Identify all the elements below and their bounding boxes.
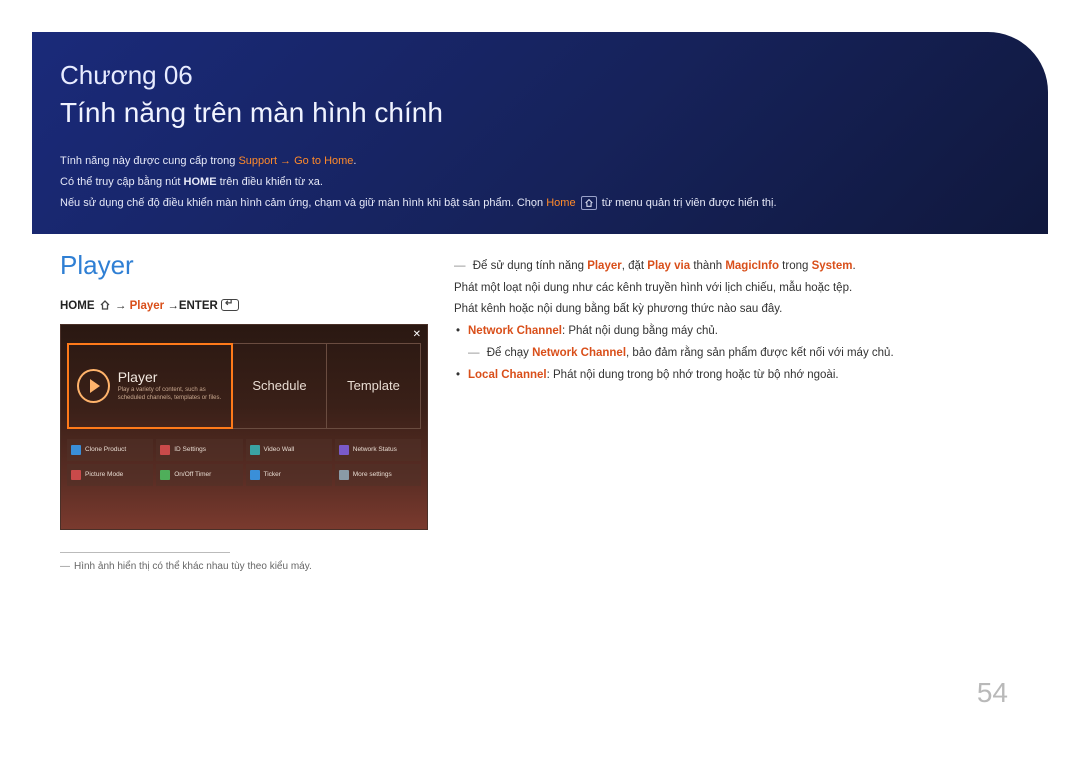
text: Có thể truy cập bằng nút: [60, 176, 184, 188]
mini-label: On/Off Timer: [174, 471, 211, 478]
tile-icon: [160, 445, 170, 455]
text: , đặt: [622, 260, 648, 272]
highlight-text: Support → Go to Home: [238, 155, 353, 167]
close-icon: ✕: [413, 329, 421, 340]
page: Chương 06 Tính năng trên màn hình chính …: [32, 32, 1048, 731]
text: : Phát nội dung bằng máy chủ.: [562, 325, 718, 337]
mini-label: Network Status: [353, 446, 397, 453]
play-icon: [77, 369, 110, 403]
top-tiles: Player Play a variety of content, such a…: [67, 343, 421, 429]
tile-icon: [71, 445, 81, 455]
bullet-item: Local Channel: Phát nội dung trong bộ nh…: [454, 365, 1020, 387]
body-text: Phát kênh hoặc nội dung bằng bất kỳ phươ…: [454, 299, 1020, 321]
nav-enter: ENTER: [179, 300, 218, 312]
tile-subtitle: Play a variety of content, such as sched…: [118, 387, 223, 403]
mini-label: Clone Product: [85, 446, 126, 453]
bullet-item: Network Channel: Phát nội dung bằng máy …: [454, 321, 1020, 343]
footnote-rule: [60, 552, 230, 553]
bold-text: HOME: [184, 176, 217, 188]
intro-line-1: Tính năng này được cung cấp trong Suppor…: [60, 151, 1020, 172]
mini-tile: Picture Mode: [67, 464, 153, 486]
text: trên điều khiển từ xa.: [217, 176, 323, 188]
footnote: ― Hình ảnh hiển thị có thể khác nhau tùy …: [60, 561, 428, 572]
mini-tile: On/Off Timer: [156, 464, 242, 486]
text: Tính năng này được cung cấp trong: [60, 155, 238, 167]
home-icon: [581, 196, 597, 210]
tile-title: Player: [118, 369, 223, 385]
mini-label: More settings: [353, 471, 392, 478]
text: , bảo đảm rằng sản phẩm được kết nối với…: [626, 347, 894, 359]
header-band: Chương 06 Tính năng trên màn hình chính …: [32, 32, 1048, 234]
mini-tile: More settings: [335, 464, 421, 486]
hl-bold: System: [812, 260, 853, 272]
content-area: Player HOME → Player →ENTER ✕ Player Pla…: [32, 234, 1048, 572]
mini-tile: Video Wall: [246, 439, 332, 461]
mini-label: ID Settings: [174, 446, 206, 453]
text: thành: [690, 260, 725, 272]
tile-icon: [71, 470, 81, 480]
tile-player: Player Play a variety of content, such a…: [67, 343, 233, 429]
page-title: Tính năng trên màn hình chính: [60, 97, 1020, 129]
text: : Phát nội dung trong bộ nhớ trong hoặc …: [547, 369, 839, 381]
mini-tile: Ticker: [246, 464, 332, 486]
note-line: Để sử dụng tính năng Player, đặt Play vi…: [454, 256, 1020, 278]
text: Để chạy: [487, 347, 532, 359]
hl-bold: Play via: [647, 260, 690, 272]
arrow: →: [112, 300, 130, 312]
hl-bold: Network Channel: [532, 347, 626, 359]
ui-screenshot: ✕ Player Play a variety of content, such…: [60, 324, 428, 530]
mini-label: Picture Mode: [85, 471, 123, 478]
hl-bold: Network Channel: [468, 325, 562, 337]
text: trong: [779, 260, 812, 272]
intro-line-2: Có thể truy cập bằng nút HOME trên điều …: [60, 172, 1020, 193]
sub-note: Để chạy Network Channel, bảo đảm rằng sả…: [468, 343, 1020, 365]
tile-icon: [250, 445, 260, 455]
tile-icon: [250, 470, 260, 480]
body-text: Phát một loạt nội dung như các kênh truy…: [454, 278, 1020, 300]
arrow: →: [164, 300, 179, 312]
mini-tile: Clone Product: [67, 439, 153, 461]
hl-bold: Local Channel: [468, 369, 547, 381]
tile-player-text: Player Play a variety of content, such a…: [118, 369, 223, 403]
text: Để sử dụng tính năng: [473, 260, 587, 272]
text: .: [853, 260, 856, 272]
tile-schedule: Schedule: [233, 343, 327, 429]
nav-player: Player: [130, 300, 165, 312]
text: Nếu sử dụng chế độ điều khiển màn hình c…: [60, 197, 546, 209]
page-number: 54: [977, 677, 1008, 709]
text: .: [353, 155, 356, 167]
section-title: Player: [60, 250, 428, 281]
chapter-label: Chương 06: [60, 60, 1020, 91]
hl-bold: MagicInfo: [725, 260, 779, 272]
enter-icon: [221, 299, 239, 311]
mini-label: Ticker: [264, 471, 281, 478]
tile-icon: [339, 445, 349, 455]
tile-icon: [339, 470, 349, 480]
right-column: Để sử dụng tính năng Player, đặt Play vi…: [454, 250, 1020, 572]
mini-tile-grid: Clone Product ID Settings Video Wall Net…: [67, 439, 421, 486]
mini-tile: Network Status: [335, 439, 421, 461]
intro-line-3: Nếu sử dụng chế độ điều khiển màn hình c…: [60, 193, 1020, 214]
footnote-text: Hình ảnh hiển thị có thể khác nhau tùy t…: [74, 561, 312, 572]
mini-label: Video Wall: [264, 446, 295, 453]
tile-template: Template: [327, 343, 421, 429]
left-column: Player HOME → Player →ENTER ✕ Player Pla…: [60, 250, 428, 572]
nav-home: HOME: [60, 300, 95, 312]
highlight-text: Home: [546, 197, 575, 209]
hl-bold: Player: [587, 260, 622, 272]
mini-tile: ID Settings: [156, 439, 242, 461]
tile-icon: [160, 470, 170, 480]
nav-path: HOME → Player →ENTER: [60, 299, 428, 314]
home-icon: [98, 299, 112, 314]
dash: ―: [60, 561, 70, 572]
text: từ menu quản trị viên được hiển thị.: [602, 197, 777, 209]
